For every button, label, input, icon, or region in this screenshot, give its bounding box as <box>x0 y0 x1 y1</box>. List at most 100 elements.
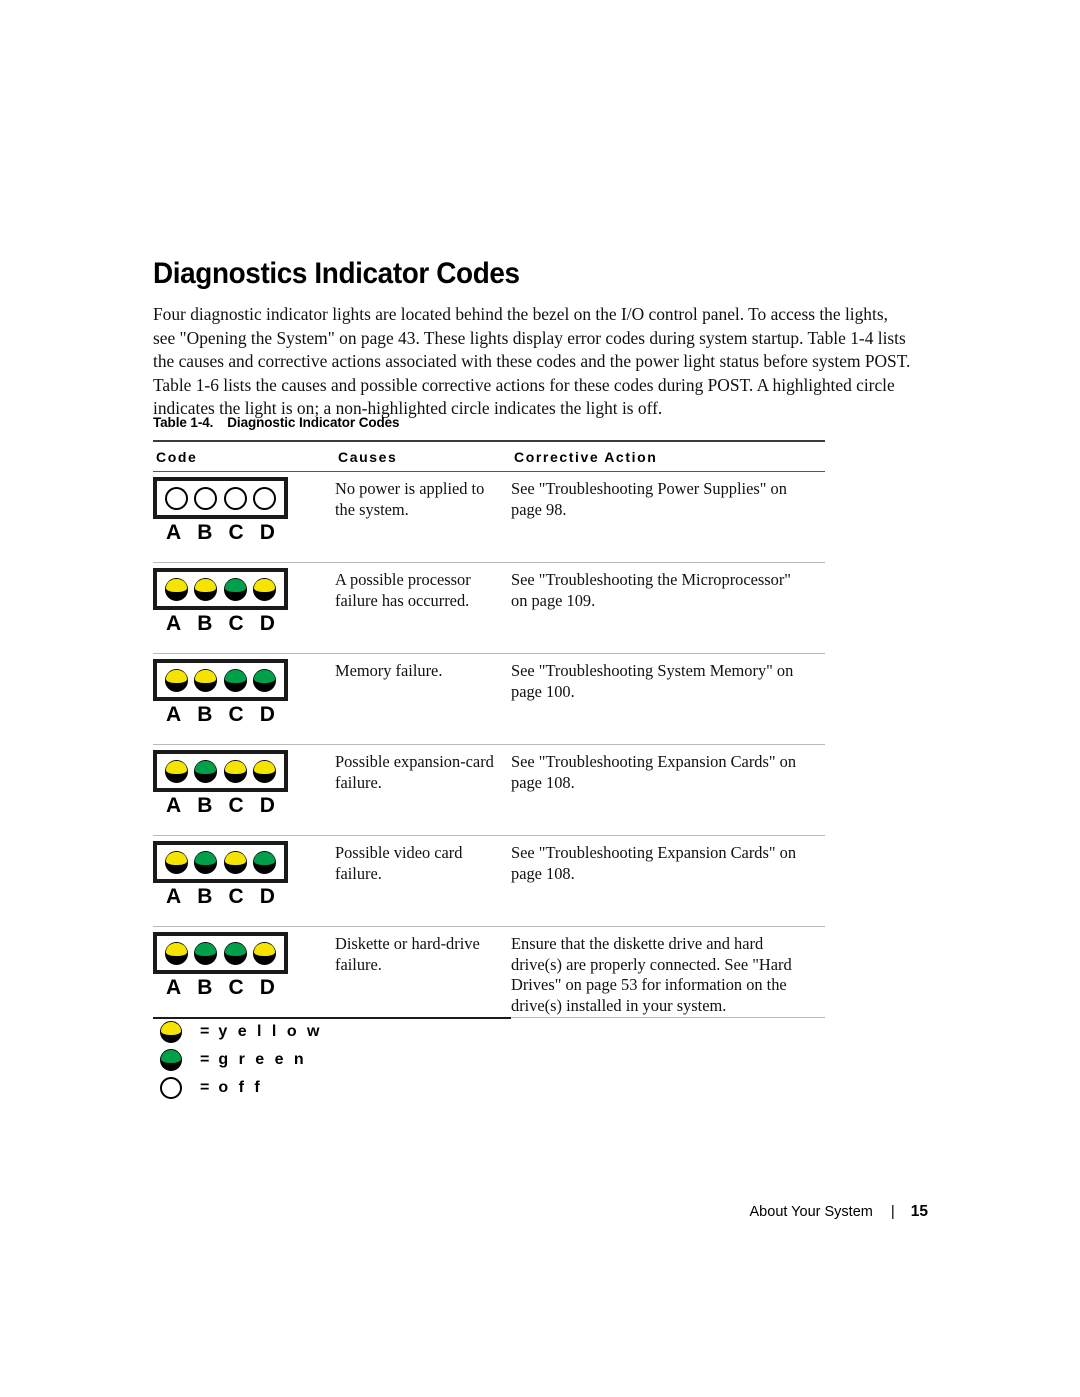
led-indicator-d-off <box>252 486 276 510</box>
led-indicator-d-green <box>252 668 276 692</box>
led-indicator-a-off <box>165 486 189 510</box>
footer-divider: | <box>890 1203 895 1220</box>
led-indicator-a-yellow <box>165 759 189 783</box>
led-label: B <box>197 794 213 817</box>
code-cell: ABCD <box>153 477 335 545</box>
led-label: A <box>166 794 182 817</box>
led-label: B <box>197 521 213 544</box>
led-label: C <box>228 885 244 908</box>
table-row: A B C D Possible expansion-card failure. See … <box>153 745 825 835</box>
cause-cell: No power is applied to the system. <box>335 479 485 519</box>
table-row: A B C D Diskette or hard-drive failure. Ensur… <box>153 927 825 1017</box>
led-label: A <box>166 612 182 635</box>
led-label: D <box>259 612 275 635</box>
led-labels: ABCD <box>153 883 288 909</box>
led-indicator-b-yellow <box>194 577 218 601</box>
legend-equals-sign: = <box>200 1023 210 1040</box>
led-label: A <box>166 885 182 908</box>
led-indicator-b-yellow <box>194 668 218 692</box>
corrective-action-cell: See "Troubleshooting Expansion Cards" on… <box>511 752 797 792</box>
led-panel <box>153 750 288 792</box>
legend-swatch-off <box>160 1077 182 1099</box>
led-indicator-b-off <box>194 486 218 510</box>
legend-equals-sign: = <box>200 1079 210 1096</box>
legend-label-yellow: y e l l o w <box>218 1023 323 1040</box>
led-label: C <box>228 521 244 544</box>
led-label: B <box>197 703 213 726</box>
led-panel <box>153 477 288 519</box>
table-row: A B C D No power is applied to the system. Se… <box>153 472 825 562</box>
led-indicator-c-yellow <box>223 850 247 874</box>
table-body: A B C D No power is applied to the system. Se… <box>153 472 825 1019</box>
led-indicator-a-yellow <box>165 850 189 874</box>
led-label: B <box>197 976 213 999</box>
legend-equals-sign: = <box>200 1051 210 1068</box>
legend-swatch-yellow <box>160 1021 182 1043</box>
corrective-action-cell: Ensure that the diskette drive and hard … <box>511 934 792 1015</box>
table-bottom-rule-light-segment <box>511 1017 825 1018</box>
led-label: C <box>228 703 244 726</box>
footer-page-number: 15 <box>910 1203 928 1220</box>
corrective-action-cell: See "Troubleshooting Power Supplies" on … <box>511 479 787 519</box>
corrective-action-cell: See "Troubleshooting Expansion Cards" on… <box>511 843 797 883</box>
led-panel <box>153 659 288 701</box>
led-panel <box>153 932 288 974</box>
led-indicator-c-yellow <box>223 759 247 783</box>
corrective-action-cell: See "Troubleshooting the Microprocessor"… <box>511 570 792 610</box>
cause-cell: Memory failure. <box>335 661 443 680</box>
led-legend: = y e l l o w = g r e e n = o f f <box>153 1018 473 1102</box>
led-indicator-a-yellow <box>165 941 189 965</box>
code-cell: ABCD <box>153 932 335 1000</box>
led-indicator-a-yellow <box>165 577 189 601</box>
page-title: Diagnostics Indicator Codes <box>153 257 520 291</box>
table-caption-number: Table 1-4. <box>153 415 214 430</box>
table-row: A B C D Memory failure. See "Troubleshooting … <box>153 654 825 744</box>
led-indicator-b-green <box>194 759 218 783</box>
code-cell: ABCD <box>153 659 335 727</box>
led-indicator-c-green <box>223 577 247 601</box>
led-panel <box>153 841 288 883</box>
document-page: Diagnostics Indicator Codes Four diagnos… <box>0 0 1080 1397</box>
led-label: D <box>259 703 275 726</box>
led-label: C <box>228 976 244 999</box>
led-label: D <box>259 976 275 999</box>
code-cell: ABCD <box>153 750 335 818</box>
led-label: A <box>166 521 182 544</box>
cause-cell: Possible expansion-card failure. <box>335 752 494 792</box>
cause-cell: Diskette or hard-drive failure. <box>335 934 480 974</box>
cause-cell: Possible video card failure. <box>335 843 463 883</box>
led-labels: ABCD <box>153 792 288 818</box>
table-row: A B C D Possible video card failure. See "Tro… <box>153 836 825 926</box>
legend-row: = y e l l o w <box>153 1018 473 1046</box>
legend-label-green: g r e e n <box>218 1051 307 1068</box>
table-caption-title: Diagnostic Indicator Codes <box>227 415 400 430</box>
led-indicator-a-yellow <box>165 668 189 692</box>
led-indicator-c-off <box>223 486 247 510</box>
column-header-code: Code <box>156 449 198 465</box>
led-indicator-d-yellow <box>252 759 276 783</box>
table-caption: Table 1-4. Diagnostic Indicator Codes <box>153 415 400 430</box>
led-label: B <box>197 885 213 908</box>
legend-row: = g r e e n <box>153 1046 473 1074</box>
diagnostic-indicator-codes-table: Code Causes Corrective Action A B C D No pow… <box>153 440 825 1019</box>
page-footer: About Your System | 15 <box>0 1203 1080 1221</box>
led-indicator-d-yellow <box>252 941 276 965</box>
led-indicator-b-green <box>194 941 218 965</box>
led-indicator-b-green <box>194 850 218 874</box>
led-label: D <box>259 521 275 544</box>
led-panel <box>153 568 288 610</box>
led-indicator-d-yellow <box>252 577 276 601</box>
led-indicator-c-green <box>223 668 247 692</box>
led-label: D <box>259 885 275 908</box>
led-labels: ABCD <box>153 701 288 727</box>
table-header-row: Code Causes Corrective Action <box>153 442 825 471</box>
led-label: B <box>197 612 213 635</box>
intro-paragraph: Four diagnostic indicator lights are loc… <box>153 304 911 419</box>
column-header-causes: Causes <box>338 449 398 465</box>
footer-section-title: About Your System <box>749 1204 873 1220</box>
led-labels: ABCD <box>153 974 288 1000</box>
led-label: C <box>228 612 244 635</box>
code-cell: ABCD <box>153 568 335 636</box>
led-indicator-d-green <box>252 850 276 874</box>
legend-swatch-green <box>160 1049 182 1071</box>
